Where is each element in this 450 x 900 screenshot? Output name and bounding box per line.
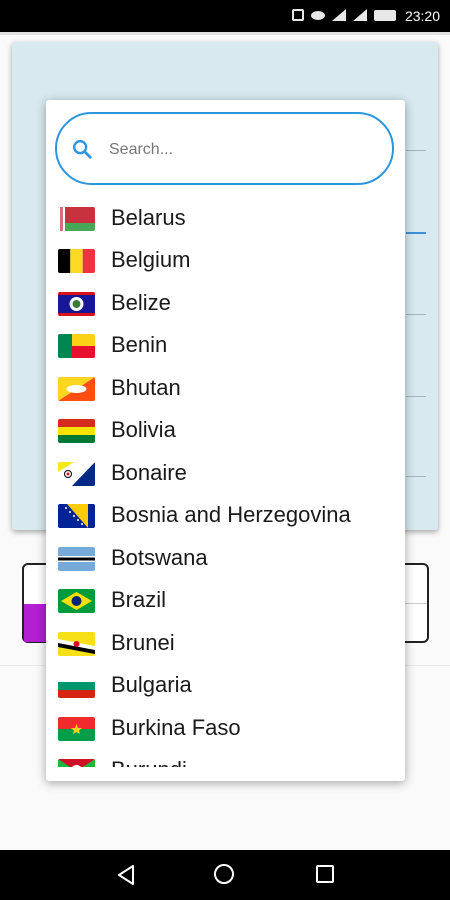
country-list[interactable]: Belarus Belgium Belize Benin Bhutan Boli… xyxy=(46,198,405,767)
country-name: Belgium xyxy=(111,247,191,272)
navigation-bar xyxy=(0,850,450,900)
country-item-bolivia[interactable]: Bolivia xyxy=(46,410,405,452)
country-item-belarus[interactable]: Belarus xyxy=(46,198,405,240)
country-item-bosnia-and-herzegovina[interactable]: Bosnia and Herzegovina xyxy=(46,495,405,537)
country-item-bulgaria[interactable]: Bulgaria xyxy=(46,665,405,707)
vibrate-icon xyxy=(292,9,304,21)
app-bar-shadow xyxy=(0,32,450,35)
brazil-flag-icon xyxy=(58,589,95,613)
country-name: Belarus xyxy=(111,205,186,230)
recent-apps-icon[interactable] xyxy=(316,865,334,883)
country-dropdown: Belarus Belgium Belize Benin xyxy=(46,100,405,781)
country-item-burkina-faso[interactable]: Burkina Faso xyxy=(46,708,405,750)
country-item-belgium[interactable]: Belgium xyxy=(46,240,405,282)
country-item-benin[interactable]: Benin xyxy=(46,325,405,367)
bosnia-flag-icon xyxy=(58,504,95,528)
field-underline xyxy=(406,150,426,151)
country-name: Brunei xyxy=(111,630,175,655)
burkina-faso-flag-icon xyxy=(58,717,95,741)
country-item-bonaire[interactable]: Bonaire xyxy=(46,453,405,495)
field-underline xyxy=(406,476,426,477)
country-name: Burundi xyxy=(111,757,187,767)
status-time: 23:20 xyxy=(404,8,440,24)
bhutan-flag-icon xyxy=(58,377,95,401)
back-icon[interactable] xyxy=(116,864,136,886)
search-box[interactable] xyxy=(55,112,394,185)
bolivia-flag-icon xyxy=(58,419,95,443)
box-divider xyxy=(405,603,427,604)
botswana-flag-icon xyxy=(58,547,95,571)
signal-icon xyxy=(332,9,346,21)
country-item-belize[interactable]: Belize xyxy=(46,283,405,325)
country-item-botswana[interactable]: Botswana xyxy=(46,538,405,580)
search-icon xyxy=(73,140,92,159)
belize-flag-icon xyxy=(58,292,95,316)
status-bar: 23:20 xyxy=(0,0,450,32)
country-name: Brazil xyxy=(111,587,167,612)
country-name: Bhutan xyxy=(111,375,181,400)
country-item-brunei[interactable]: Brunei xyxy=(46,623,405,665)
country-name: Belize xyxy=(111,290,171,315)
country-name: Bolivia xyxy=(111,417,176,442)
belgium-flag-icon xyxy=(58,249,95,273)
country-item-bhutan[interactable]: Bhutan xyxy=(46,368,405,410)
search-input[interactable] xyxy=(107,134,381,166)
bonaire-flag-icon xyxy=(58,462,95,486)
signal-icon xyxy=(353,9,367,21)
purple-bar xyxy=(24,604,46,642)
country-name: Bulgaria xyxy=(111,672,192,697)
country-item-brazil[interactable]: Brazil xyxy=(46,580,405,622)
field-underline xyxy=(406,314,426,315)
field-underline-active xyxy=(406,232,426,234)
eye-icon xyxy=(311,10,325,20)
country-name: Botswana xyxy=(111,545,208,570)
country-name: Burkina Faso xyxy=(111,715,241,740)
status-icons xyxy=(292,9,396,21)
country-name: Benin xyxy=(111,332,168,357)
field-underline xyxy=(406,396,426,397)
home-icon[interactable] xyxy=(214,864,234,884)
belarus-flag-icon xyxy=(58,207,95,231)
benin-flag-icon xyxy=(58,334,95,358)
battery-icon xyxy=(374,9,396,21)
bulgaria-flag-icon xyxy=(58,674,95,698)
country-name: Bosnia and Herzegovina xyxy=(111,502,351,527)
burundi-flag-icon xyxy=(58,759,95,767)
brunei-flag-icon xyxy=(58,632,95,656)
country-name: Bonaire xyxy=(111,460,187,485)
country-item-burundi[interactable]: Burundi xyxy=(46,750,405,767)
